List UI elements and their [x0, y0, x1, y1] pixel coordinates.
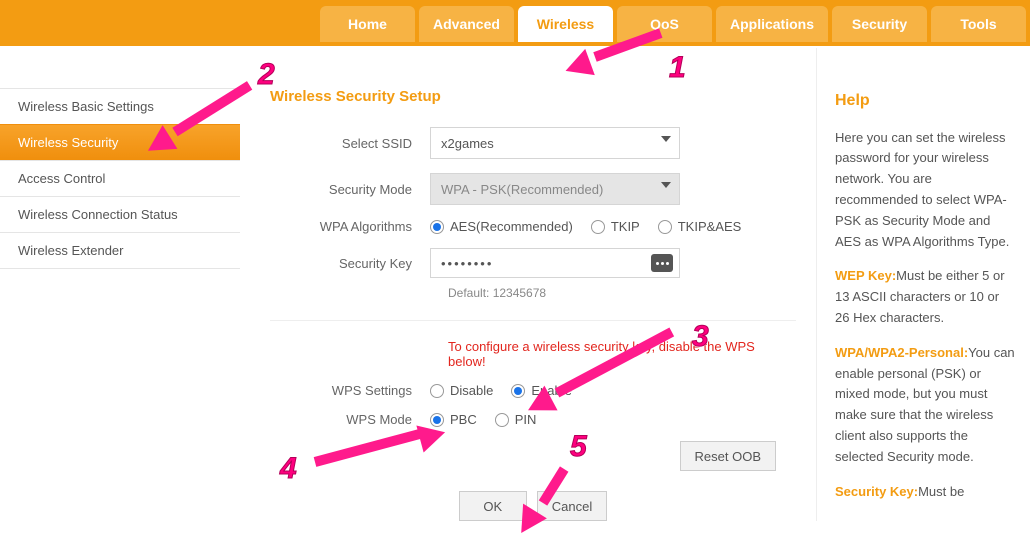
help-intro: Here you can set the wireless password f… — [835, 128, 1016, 253]
label-wps-settings: WPS Settings — [270, 383, 430, 398]
sidebar-item-basic-settings[interactable]: Wireless Basic Settings — [0, 88, 240, 124]
radio-dot-icon — [511, 384, 525, 398]
wps-enable-label: Enable — [531, 383, 571, 398]
wps-disable-label: Disable — [450, 383, 493, 398]
security-mode-value: WPA - PSK(Recommended) — [441, 182, 603, 197]
alg-tkip-aes-radio[interactable]: TKIP&AES — [658, 219, 742, 234]
main-panel: Wireless Security Setup Select SSID x2ga… — [240, 48, 816, 521]
page-title: Wireless Security Setup — [270, 88, 796, 105]
sidebar-item-wireless-security[interactable]: Wireless Security — [0, 124, 240, 160]
alg-tkip-aes-label: TKIP&AES — [678, 219, 742, 234]
ssid-select[interactable]: x2games — [430, 127, 680, 159]
sidebar-item-wireless-extender[interactable]: Wireless Extender — [0, 232, 240, 269]
tab-wireless[interactable]: Wireless — [518, 6, 613, 42]
reset-oob-button[interactable]: Reset OOB — [680, 441, 776, 471]
wps-warning: To configure a wireless security key, di… — [448, 339, 796, 369]
label-wps-mode: WPS Mode — [270, 412, 430, 427]
primary-tabs: Home Advanced Wireless QoS Applications … — [0, 0, 1030, 42]
chevron-down-icon — [661, 182, 671, 188]
tab-tools[interactable]: Tools — [931, 6, 1026, 42]
wps-pin-radio[interactable]: PIN — [495, 412, 537, 427]
sidebar-item-access-control[interactable]: Access Control — [0, 160, 240, 196]
radio-dot-icon — [430, 384, 444, 398]
wps-pin-label: PIN — [515, 412, 537, 427]
tab-applications[interactable]: Applications — [716, 6, 828, 42]
security-key-mask: •••••••• — [441, 256, 651, 271]
security-mode-select[interactable]: WPA - PSK(Recommended) — [430, 173, 680, 205]
radio-dot-icon — [430, 220, 444, 234]
alg-aes-radio[interactable]: AES(Recommended) — [430, 219, 573, 234]
wps-enable-radio[interactable]: Enable — [511, 383, 571, 398]
help-wpa-text: You can enable personal (PSK) or mixed m… — [835, 345, 1015, 464]
radio-dot-icon — [591, 220, 605, 234]
divider — [270, 320, 796, 321]
label-security-key: Security Key — [270, 256, 430, 271]
tab-security[interactable]: Security — [832, 6, 927, 42]
wps-disable-radio[interactable]: Disable — [430, 383, 493, 398]
help-wep-key-label: WEP Key: — [835, 268, 896, 283]
tab-advanced[interactable]: Advanced — [419, 6, 514, 42]
chevron-down-icon — [661, 136, 671, 142]
radio-dot-icon — [658, 220, 672, 234]
tab-qos[interactable]: QoS — [617, 6, 712, 42]
help-wpa-label: WPA/WPA2-Personal: — [835, 345, 968, 360]
alg-aes-label: AES(Recommended) — [450, 219, 573, 234]
label-select-ssid: Select SSID — [270, 136, 430, 151]
help-panel: Help Here you can set the wireless passw… — [816, 48, 1030, 521]
help-title: Help — [835, 88, 1016, 114]
wps-pbc-radio[interactable]: PBC — [430, 412, 477, 427]
cancel-button[interactable]: Cancel — [537, 491, 607, 521]
alg-tkip-radio[interactable]: TKIP — [591, 219, 640, 234]
show-password-icon[interactable] — [651, 254, 673, 272]
help-wep: WEP Key:Must be either 5 or 13 ASCII cha… — [835, 266, 1016, 328]
help-sk-label: Security Key: — [835, 484, 918, 499]
ok-button[interactable]: OK — [459, 491, 527, 521]
help-wpa: WPA/WPA2-Personal:You can enable persona… — [835, 343, 1016, 468]
radio-dot-icon — [495, 413, 509, 427]
sidebar-item-connection-status[interactable]: Wireless Connection Status — [0, 196, 240, 232]
help-sk-text: Must be — [918, 484, 964, 499]
alg-tkip-label: TKIP — [611, 219, 640, 234]
security-key-input[interactable]: •••••••• — [430, 248, 680, 278]
wps-pbc-label: PBC — [450, 412, 477, 427]
default-key-hint: Default: 12345678 — [448, 286, 796, 300]
help-sk: Security Key:Must be — [835, 482, 1016, 503]
ssid-value: x2games — [441, 136, 494, 151]
tab-home[interactable]: Home — [320, 6, 415, 42]
radio-dot-icon — [430, 413, 444, 427]
label-wpa-algorithms: WPA Algorithms — [270, 219, 430, 234]
sidebar: Wireless Basic Settings Wireless Securit… — [0, 48, 240, 521]
label-security-mode: Security Mode — [270, 182, 430, 197]
